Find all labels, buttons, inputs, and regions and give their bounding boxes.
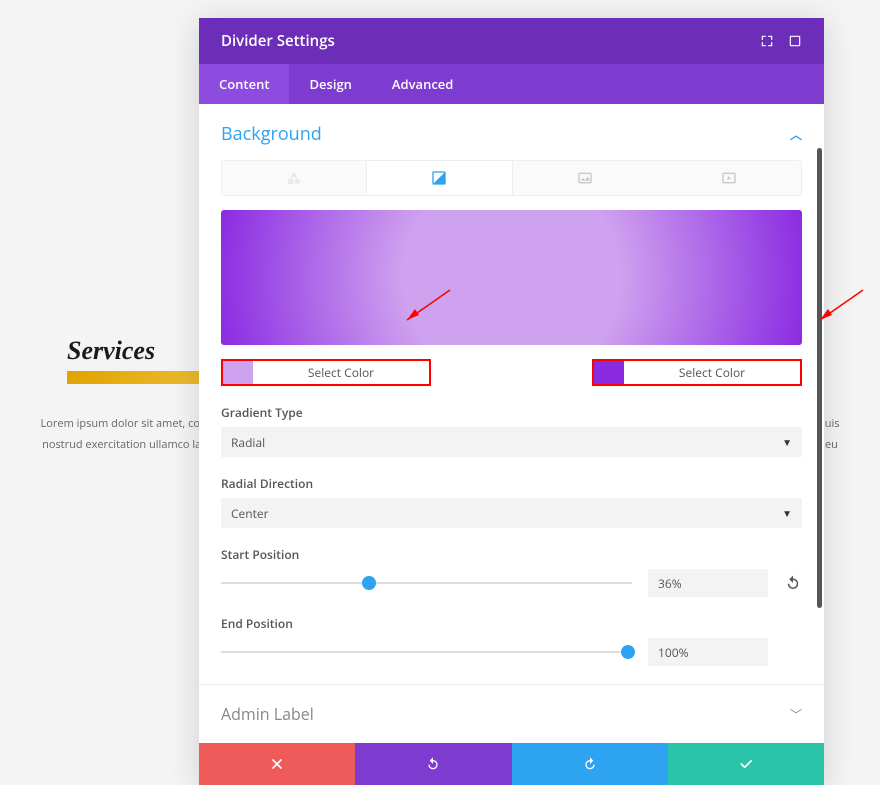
- gradient-color-2-label: Select Color: [624, 364, 800, 381]
- section-background-title: Background: [221, 122, 322, 146]
- start-position-slider[interactable]: [221, 573, 632, 593]
- expand-icon[interactable]: [760, 34, 774, 48]
- gradient-color-2-swatch: [594, 361, 624, 384]
- chevron-down-icon: ﹀: [790, 706, 802, 723]
- undo-button[interactable]: [355, 743, 511, 785]
- gradient-color-2-button[interactable]: Select Color: [592, 359, 802, 386]
- gradient-color-1-label: Select Color: [253, 364, 429, 381]
- tab-design[interactable]: Design: [289, 64, 371, 104]
- divider-settings-modal: Divider Settings Content Design Advanced…: [199, 18, 824, 785]
- gradient-color-1-swatch: [223, 361, 253, 384]
- modal-header: Divider Settings: [199, 18, 824, 64]
- modal-title: Divider Settings: [221, 31, 335, 51]
- page-services-heading: Services: [67, 336, 155, 366]
- tabs-bar: Content Design Advanced: [199, 64, 824, 104]
- end-position-slider[interactable]: [221, 642, 632, 662]
- gradient-color-1-button[interactable]: Select Color: [221, 359, 431, 386]
- section-background-header[interactable]: Background ︿: [221, 122, 802, 146]
- scrollbar[interactable]: [817, 148, 822, 608]
- redo-button[interactable]: [512, 743, 668, 785]
- section-admin-label-header[interactable]: Admin Label ﹀: [199, 684, 824, 743]
- bg-type-gradient[interactable]: [366, 161, 512, 195]
- bg-type-color[interactable]: [222, 161, 366, 195]
- delete-button[interactable]: [199, 743, 355, 785]
- bg-type-video[interactable]: [657, 161, 801, 195]
- background-type-tabs: [221, 160, 802, 196]
- panel-content: Background ︿ Select Color Select Color G…: [199, 104, 824, 666]
- end-position-value[interactable]: [648, 638, 768, 666]
- chevron-up-icon: ︿: [790, 126, 802, 143]
- bg-type-image[interactable]: [513, 161, 657, 195]
- end-position-label: End Position: [221, 615, 802, 632]
- tab-content[interactable]: Content: [199, 64, 289, 104]
- radial-direction-label: Radial Direction: [221, 475, 802, 492]
- gradient-preview: [221, 210, 802, 345]
- section-admin-label-title: Admin Label: [221, 703, 314, 725]
- radial-direction-select[interactable]: [221, 498, 802, 528]
- help-icon[interactable]: [788, 34, 802, 48]
- gradient-type-select[interactable]: [221, 427, 802, 457]
- tab-advanced[interactable]: Advanced: [372, 64, 473, 104]
- gradient-type-label: Gradient Type: [221, 404, 802, 421]
- start-position-reset-icon[interactable]: [784, 574, 802, 592]
- save-button[interactable]: [668, 743, 824, 785]
- start-position-label: Start Position: [221, 546, 802, 563]
- modal-footer: [199, 743, 824, 785]
- start-position-value[interactable]: [648, 569, 768, 597]
